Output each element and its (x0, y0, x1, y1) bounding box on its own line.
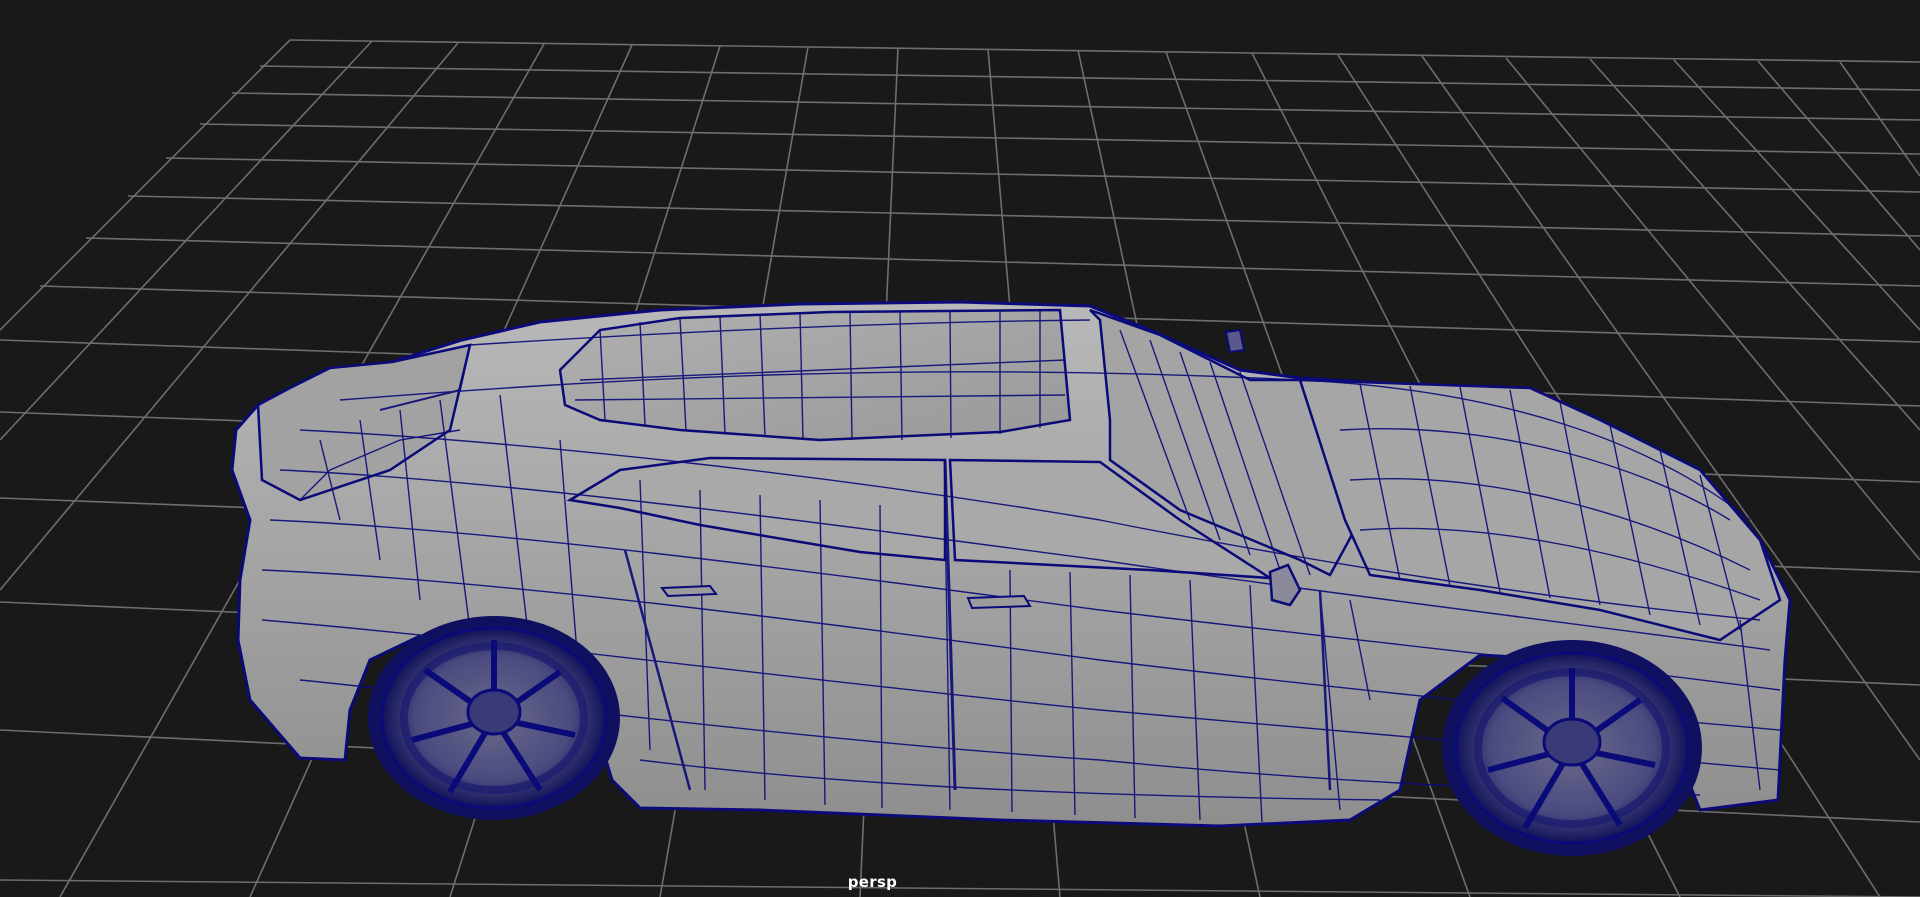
maya-perspective-viewport[interactable]: persp (0, 0, 1920, 897)
car-model[interactable] (230, 300, 1792, 856)
front-door-handle (966, 594, 1032, 610)
rear-door-handle (660, 584, 718, 598)
viewport-canvas[interactable] (0, 0, 1920, 897)
roof-antenna (1224, 328, 1246, 354)
car-roof-glass (558, 308, 1072, 442)
rear-wheel[interactable] (368, 616, 620, 820)
front-wheel[interactable] (1442, 640, 1702, 856)
camera-name-label: persp (847, 873, 898, 891)
